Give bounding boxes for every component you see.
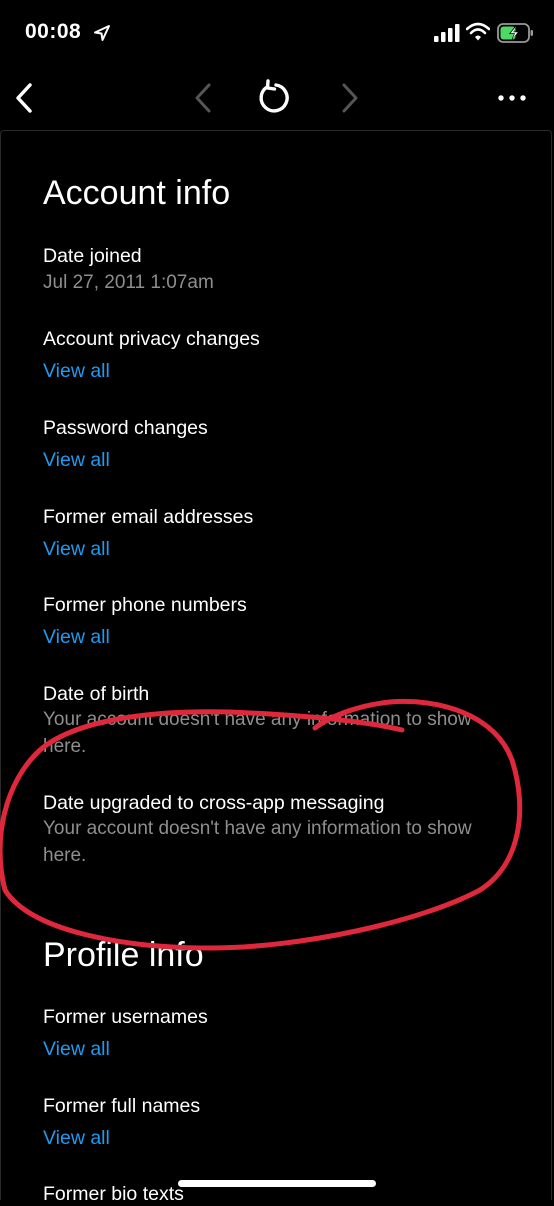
status-time: 00:08 bbox=[25, 20, 82, 43]
cross-app-messaging-value: Your account doesn't have any informatio… bbox=[43, 818, 472, 866]
battery-charging-icon bbox=[497, 23, 533, 43]
date-joined-value: Jul 27, 2011 1:07am bbox=[43, 272, 214, 293]
wifi-icon bbox=[466, 22, 490, 41]
profile-info-heading: Profile info bbox=[43, 936, 204, 974]
status-bar: 00:08 bbox=[0, 0, 554, 60]
date-of-birth-value: Your account doesn't have any informatio… bbox=[43, 709, 472, 757]
former-phones-label: Former phone numbers bbox=[43, 594, 247, 616]
date-of-birth-label: Date of birth bbox=[43, 683, 150, 705]
home-indicator[interactable] bbox=[178, 1180, 376, 1187]
former-usernames-view-all-link[interactable]: View all bbox=[43, 1038, 110, 1061]
date-joined-label: Date joined bbox=[43, 245, 142, 267]
location-arrow-icon bbox=[94, 25, 110, 41]
former-phones-view-all-link[interactable]: View all bbox=[43, 626, 110, 649]
former-emails-view-all-link[interactable]: View all bbox=[43, 538, 110, 561]
reload-icon[interactable] bbox=[256, 78, 296, 118]
privacy-changes-view-all-link[interactable]: View all bbox=[43, 360, 110, 383]
former-emails-label: Former email addresses bbox=[43, 506, 254, 528]
account-info-heading: Account info bbox=[43, 174, 231, 212]
password-changes-view-all-link[interactable]: View all bbox=[43, 449, 110, 472]
privacy-changes-label: Account privacy changes bbox=[43, 328, 260, 350]
cellular-signal-icon bbox=[434, 24, 460, 42]
former-full-names-view-all-link[interactable]: View all bbox=[43, 1127, 110, 1150]
former-bio-texts-label: Former bio texts bbox=[43, 1183, 184, 1205]
password-changes-label: Password changes bbox=[43, 417, 208, 439]
cross-app-messaging-label: Date upgraded to cross-app messaging bbox=[43, 792, 385, 814]
more-options-icon[interactable] bbox=[494, 88, 530, 108]
back-chevron-icon[interactable] bbox=[8, 80, 40, 116]
former-full-names-label: Former full names bbox=[43, 1095, 201, 1117]
browser-back-icon[interactable] bbox=[188, 80, 218, 116]
browser-forward-icon[interactable] bbox=[335, 80, 365, 116]
former-usernames-label: Former usernames bbox=[43, 1006, 208, 1028]
navigation-bar bbox=[0, 60, 554, 130]
